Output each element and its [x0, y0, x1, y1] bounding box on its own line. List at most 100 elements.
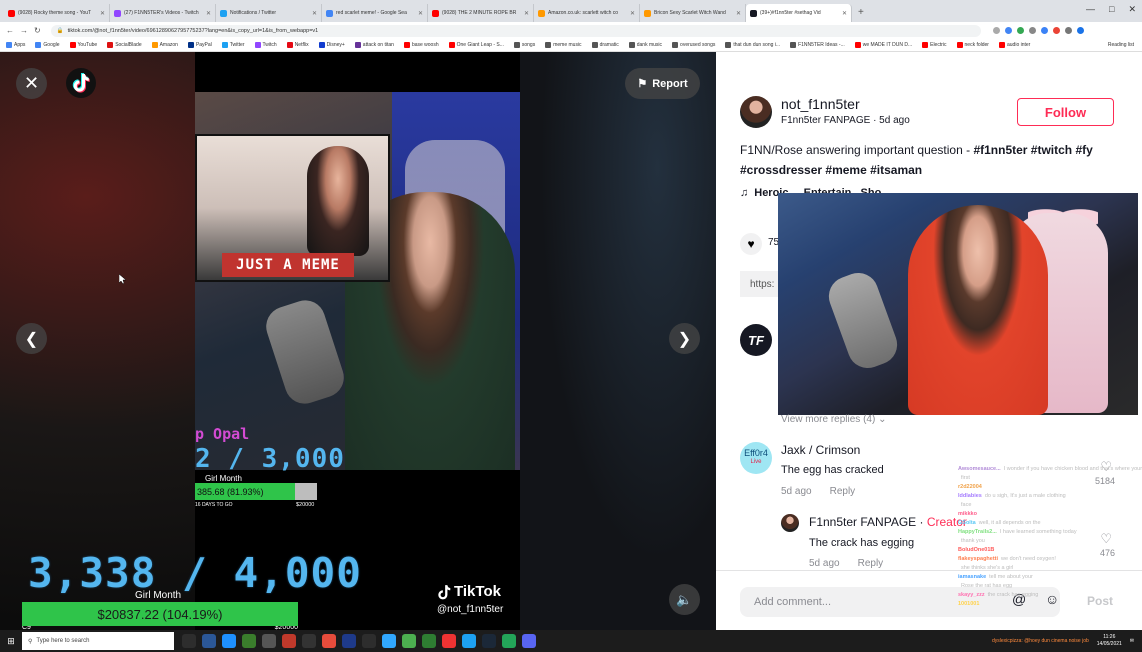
extension-icon[interactable]	[1040, 27, 1048, 34]
browser-tab[interactable]: Bricon Sexy Scarlet Witch Wand ✕	[640, 4, 746, 22]
bookmark-item[interactable]: Amazon	[151, 42, 178, 48]
taskbar-app-icon[interactable]	[302, 634, 316, 648]
forward-icon[interactable]: →	[20, 26, 28, 35]
extension-icon[interactable]	[1028, 27, 1036, 34]
bookmark-item[interactable]: songs	[513, 42, 535, 48]
bookmark-item[interactable]: that dun dun song i...	[725, 42, 780, 48]
browser-tab[interactable]: red scarlet meme! - Google Sea ✕	[322, 4, 428, 22]
bookmark-item[interactable]: Electric	[922, 42, 947, 48]
minimize-icon[interactable]: —	[1086, 4, 1095, 15]
bookmark-label: that dun dun song i...	[733, 42, 781, 48]
browser-tab[interactable]: (9028) THE 2 MINUTE ROPE BR ✕	[428, 4, 534, 22]
tab-close-icon[interactable]: ✕	[312, 10, 317, 17]
tab-close-icon[interactable]: ✕	[842, 10, 847, 17]
taskbar-app-icon[interactable]	[502, 634, 516, 648]
clock[interactable]: 11:26 14/05/2021	[1097, 634, 1122, 648]
extension-icon[interactable]	[992, 27, 1000, 34]
bookmark-item[interactable]: we MADE IT DUN D...	[854, 42, 912, 48]
bookmark-item[interactable]: Google	[35, 42, 60, 48]
taskbar-app-icon[interactable]	[182, 634, 196, 648]
bookmark-item[interactable]: SocialBlade	[107, 42, 142, 48]
notifications-icon[interactable]: ✉	[1130, 638, 1134, 644]
extension-icon[interactable]	[1052, 27, 1060, 34]
bookmark-item[interactable]: meme music	[545, 42, 582, 48]
author-avatar[interactable]	[740, 96, 772, 128]
bookmark-item[interactable]: YouTube	[69, 42, 97, 48]
taskbar-app-icon[interactable]	[442, 634, 456, 648]
view-more-replies[interactable]: View more replies (4) ⌄	[781, 414, 886, 425]
bookmark-item[interactable]: audio inter	[998, 42, 1030, 48]
follow-button[interactable]: Follow	[1017, 98, 1114, 126]
url-field[interactable]: 🔒 tiktok.com/@not_f1nn5ter/video/6961289…	[50, 24, 981, 37]
extension-icon[interactable]	[1064, 27, 1072, 34]
maximize-icon[interactable]: □	[1109, 4, 1114, 15]
bookmark-item[interactable]: overused songs	[672, 42, 715, 48]
commenter-avatar-jaxk[interactable]: Eff0r4 Live	[740, 442, 772, 474]
bookmark-item[interactable]: base woosh	[403, 42, 439, 48]
extension-icon[interactable]	[1016, 27, 1024, 34]
windows-start-icon[interactable]: ⊞	[0, 636, 22, 647]
browser-tab[interactable]: Amazon.co.uk: scarlett witch co ✕	[534, 4, 640, 22]
bookmark-item[interactable]: neck folder	[956, 42, 989, 48]
volume-button[interactable]: 🔈	[669, 584, 700, 615]
bookmark-item[interactable]: F1NN5TER Ideas -...	[790, 42, 845, 48]
taskbar-app-icon[interactable]	[422, 634, 436, 648]
video-frame[interactable]: JUST A MEME p Opal 2 / 3,000 Girl Month …	[195, 52, 520, 630]
browser-tab[interactable]: Notifications / Twitter ✕	[216, 4, 322, 22]
next-video-button[interactable]: ❯	[669, 323, 700, 354]
extension-icon[interactable]	[1076, 27, 1084, 34]
previous-video-button[interactable]: ❮	[16, 323, 47, 354]
taskbar-app-icon[interactable]	[242, 634, 256, 648]
close-window-icon[interactable]: ✕	[1128, 4, 1136, 15]
live-badge: Live	[750, 459, 762, 465]
extension-icon[interactable]	[1004, 27, 1012, 34]
bookmark-item[interactable]: Disney+	[318, 42, 345, 48]
taskbar-search[interactable]: ⚲ Type here to search	[22, 632, 174, 650]
tiktok-logo[interactable]	[66, 68, 96, 98]
bookmark-item[interactable]: dank music	[628, 42, 662, 48]
taskbar-app-icon[interactable]	[322, 634, 336, 648]
tab-close-icon[interactable]: ✕	[524, 10, 529, 17]
bookmark-item[interactable]: Twitter	[221, 42, 245, 48]
taskbar-app-icon[interactable]	[522, 634, 536, 648]
tab-close-icon[interactable]: ✕	[630, 10, 635, 17]
close-viewer-button[interactable]: ✕	[16, 68, 47, 99]
bookmark-item[interactable]: attack on titan	[354, 42, 394, 48]
reply-reply-button[interactable]: Reply	[858, 558, 884, 569]
new-tab-button[interactable]: +	[852, 4, 870, 22]
taskbar-app-icon[interactable]	[342, 634, 356, 648]
bookmark-item[interactable]: PayPal	[187, 42, 212, 48]
bookmark-item[interactable]: Apps	[6, 42, 25, 48]
browser-tab[interactable]: (27) F1NN5TER's Videos - Twitch ✕	[110, 4, 216, 22]
taskbar-app-icon[interactable]	[222, 634, 236, 648]
bookmark-item[interactable]: One Giant Leap - S...	[448, 42, 504, 48]
taskbar-app-icon[interactable]	[382, 634, 396, 648]
taskbar-app-icon[interactable]	[262, 634, 276, 648]
bookmark-item[interactable]: dramatic	[591, 42, 619, 48]
report-button[interactable]: ⚑ Report	[625, 68, 700, 99]
taskbar-app-icon[interactable]	[362, 634, 376, 648]
comment-author[interactable]: Jaxk / Crimson	[781, 443, 860, 457]
taskbar-app-icon[interactable]	[402, 634, 416, 648]
back-icon[interactable]: ←	[6, 26, 14, 35]
tab-close-icon[interactable]: ✕	[736, 10, 741, 17]
bookmark-item[interactable]: Twitch	[254, 42, 277, 48]
tab-close-icon[interactable]: ✕	[418, 10, 423, 17]
commenter-avatar-tf[interactable]: TF	[740, 324, 772, 356]
reading-list-button[interactable]: Reading list	[1108, 42, 1134, 48]
author-username[interactable]: not_f1nn5ter	[781, 96, 860, 112]
like-button[interactable]: ♥	[740, 233, 762, 255]
taskbar-app-icon[interactable]	[282, 634, 296, 648]
tab-close-icon[interactable]: ✕	[100, 10, 105, 17]
reload-icon[interactable]: ↻	[34, 26, 41, 35]
bookmark-item[interactable]: Netflix	[286, 42, 309, 48]
tab-close-icon[interactable]: ✕	[206, 10, 211, 17]
reply-author[interactable]: F1nn5ter FANPAGE · Creator	[809, 515, 967, 529]
browser-tab[interactable]: (39+)#f1nn5ter #sethag Vid ✕	[746, 4, 852, 22]
comment-reply-button[interactable]: Reply	[830, 486, 856, 497]
reply-avatar[interactable]	[781, 514, 799, 532]
taskbar-app-icon[interactable]	[462, 634, 476, 648]
taskbar-app-icon[interactable]	[482, 634, 496, 648]
browser-tab[interactable]: (9028) Rocky theme song - YouT ✕	[4, 4, 110, 22]
taskbar-app-icon[interactable]	[202, 634, 216, 648]
